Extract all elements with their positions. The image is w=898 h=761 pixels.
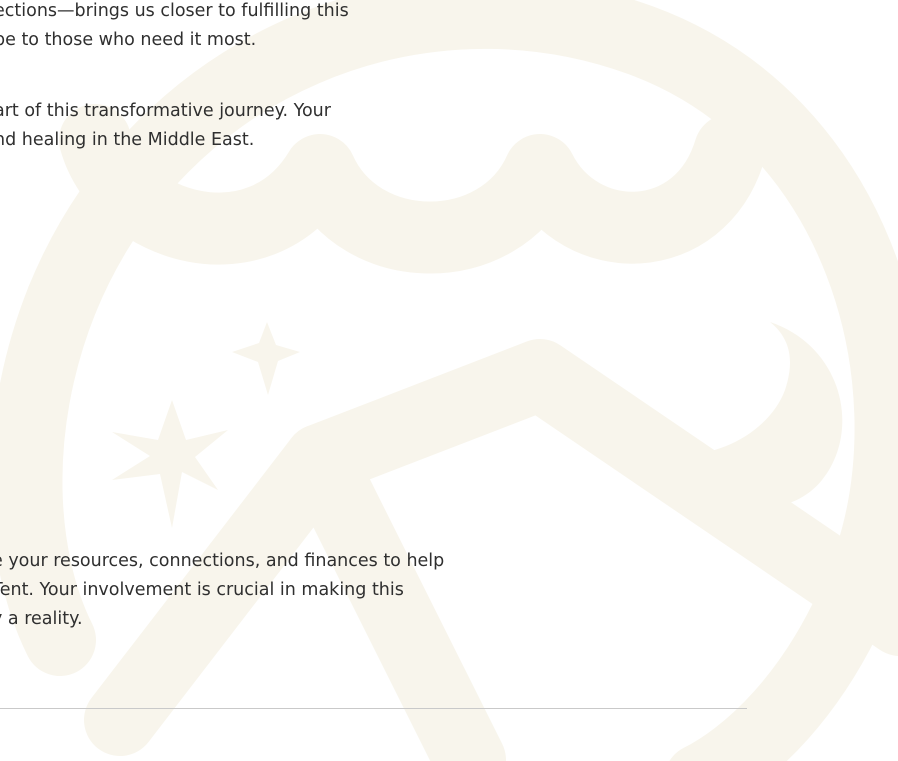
section-divider — [0, 708, 747, 709]
page: ections—brings us closer to fulfilling t… — [0, 0, 898, 761]
paragraph-line: art of this transformative journey. Your — [0, 101, 331, 121]
paragraph-line: ections—brings us closer to fulfilling t… — [0, 1, 349, 21]
paragraph-line: y a reality. — [0, 609, 83, 629]
paragraph-line: e your resources, connections, and finan… — [0, 551, 445, 571]
paragraph-line: Tent. Your involvement is crucial in mak… — [0, 580, 404, 600]
paragraph-line: pe to those who need it most. — [0, 30, 257, 50]
body-paragraph: ections—brings us closer to fulfilling t… — [0, 0, 349, 55]
body-paragraph: art of this transformative journey. Your… — [0, 97, 331, 155]
paragraph-line: nd healing in the Middle East. — [0, 130, 255, 150]
body-paragraph: e your resources, connections, and finan… — [0, 547, 444, 634]
